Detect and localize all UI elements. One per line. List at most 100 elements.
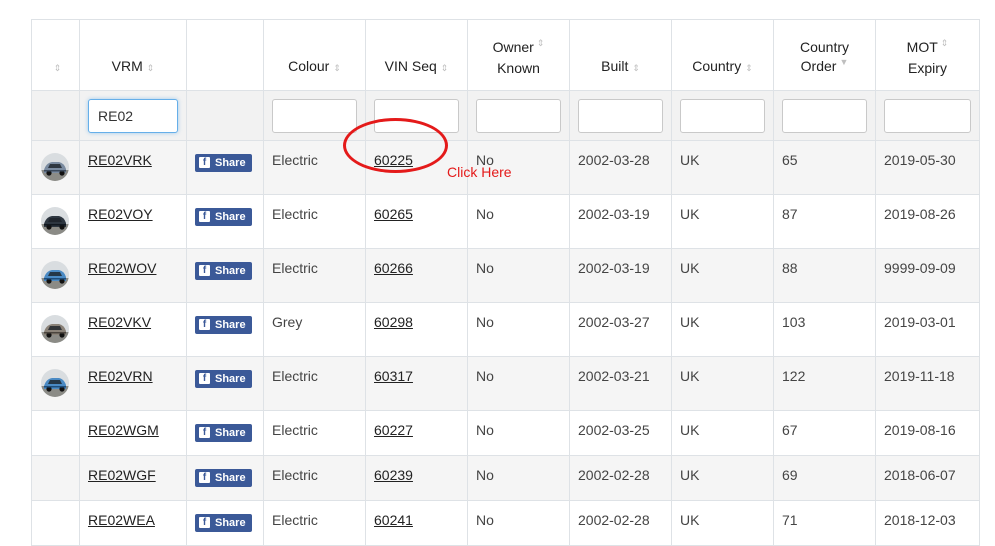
vrm-cell: RE02WGM — [79, 410, 187, 456]
built-cell: 2002-03-25 — [569, 410, 672, 456]
built-filter-input[interactable] — [578, 98, 663, 133]
car-thumbnail[interactable] — [41, 261, 69, 289]
photo-cell — [31, 356, 80, 411]
photo-cell — [31, 248, 80, 303]
col-header-owner-known[interactable]: Owner ⇕ Known — [467, 19, 570, 91]
vrm-link[interactable]: RE02VRK — [88, 152, 152, 168]
country-order-cell: 88 — [773, 248, 876, 303]
vin-seq-cell: 60266 — [365, 248, 468, 303]
photo-cell — [31, 410, 80, 456]
colour-cell: Electric — [263, 194, 366, 249]
vin-seq-link[interactable]: 60225 — [374, 152, 413, 168]
col-header-vin-seq[interactable]: VIN Seq ⇕ — [365, 19, 468, 91]
vrm-link[interactable]: RE02WGF — [88, 467, 156, 483]
photo-cell — [31, 194, 80, 249]
col-header-mot-expiry[interactable]: MOT ⇕ Expiry — [875, 19, 980, 91]
owner-known-filter-input[interactable] — [476, 98, 561, 133]
table-row: RE02WOV f Share Electric 60266 No 2002-0… — [31, 248, 980, 303]
vin-seq-link[interactable]: 60241 — [374, 512, 413, 528]
facebook-share-button[interactable]: f Share — [195, 261, 252, 280]
vin-seq-link[interactable]: 60227 — [374, 422, 413, 438]
vin-seq-link[interactable]: 60266 — [374, 260, 413, 276]
vin-seq-link[interactable]: 60317 — [374, 368, 413, 384]
sort-icon: ⇕ — [440, 63, 449, 73]
facebook-icon: f — [199, 427, 210, 438]
country-order-cell: 67 — [773, 410, 876, 456]
vrm-link[interactable]: RE02VOY — [88, 206, 153, 222]
sort-icon: ⇕ — [536, 38, 545, 48]
vrm-cell: RE02VKV — [79, 302, 187, 357]
table-row: RE02VOY f Share Electric 60265 No 2002-0… — [31, 194, 980, 249]
sort-icon: ⇕ — [53, 63, 62, 73]
built-cell: 2002-02-28 — [569, 500, 672, 546]
click-here-annotation: Click Here — [447, 164, 512, 180]
colour-cell: Electric — [263, 410, 366, 456]
share-label: Share — [215, 426, 246, 439]
country-order-cell: 103 — [773, 302, 876, 357]
built-cell: 2002-03-19 — [569, 248, 672, 303]
share-label: Share — [215, 372, 246, 385]
col-header-country[interactable]: Country ⇕ — [671, 19, 774, 91]
vrm-cell: RE02VRN — [79, 356, 187, 411]
facebook-icon: f — [199, 319, 210, 330]
col-header-photo[interactable]: ⇕ — [31, 19, 80, 91]
vrm-link[interactable]: RE02WOV — [88, 260, 156, 276]
owner-known-cell: No — [467, 410, 570, 456]
colour-cell: Electric — [263, 455, 366, 501]
vin-seq-cell: 60241 — [365, 500, 468, 546]
owner-known-cell: No — [467, 455, 570, 501]
col-header-vrm[interactable]: VRM ⇕ — [79, 19, 187, 91]
share-cell: f Share — [186, 410, 264, 456]
facebook-icon: f — [199, 472, 210, 483]
built-cell: 2002-03-28 — [569, 140, 672, 195]
car-thumbnail[interactable] — [41, 315, 69, 343]
owner-known-cell: No — [467, 248, 570, 303]
facebook-share-button[interactable]: f Share — [195, 315, 252, 334]
facebook-share-button[interactable]: f Share — [195, 153, 252, 172]
table-row: RE02VRN f Share Electric 60317 No 2002-0… — [31, 356, 980, 411]
country-cell: UK — [671, 194, 774, 249]
share-label: Share — [215, 318, 246, 331]
country-order-cell: 69 — [773, 455, 876, 501]
share-label: Share — [215, 516, 246, 529]
vin-seq-link[interactable]: 60265 — [374, 206, 413, 222]
col-header-country-order[interactable]: Country Order ▼ — [773, 19, 876, 91]
vrm-cell: RE02WGF — [79, 455, 187, 501]
sort-icon: ⇕ — [745, 63, 753, 73]
filter-cell-share — [186, 90, 264, 141]
car-thumbnail[interactable] — [41, 153, 69, 181]
car-thumbnail[interactable] — [41, 369, 69, 397]
vrm-link[interactable]: RE02WGM — [88, 422, 159, 438]
photo-cell — [31, 455, 80, 501]
col-header-built[interactable]: Built ⇕ — [569, 19, 672, 91]
colour-filter-input[interactable] — [272, 98, 357, 133]
sort-icon: ⇕ — [333, 63, 341, 73]
photo-cell — [31, 302, 80, 357]
facebook-share-button[interactable]: f Share — [195, 468, 252, 487]
vrm-filter-input[interactable] — [88, 98, 178, 133]
built-cell: 2002-03-19 — [569, 194, 672, 249]
col-header-colour[interactable]: Colour ⇕ — [263, 19, 366, 91]
facebook-share-button[interactable]: f Share — [195, 369, 252, 388]
vin-seq-filter-input[interactable] — [374, 98, 459, 133]
vrm-link[interactable]: RE02VRN — [88, 368, 153, 384]
country-filter-input[interactable] — [680, 98, 765, 133]
car-thumbnail[interactable] — [41, 207, 69, 235]
facebook-share-button[interactable]: f Share — [195, 423, 252, 442]
filter-cell-vrm — [79, 90, 187, 141]
colour-cell: Grey — [263, 302, 366, 357]
vin-seq-link[interactable]: 60239 — [374, 467, 413, 483]
vin-seq-cell: 60227 — [365, 410, 468, 456]
colour-cell: Electric — [263, 356, 366, 411]
share-cell: f Share — [186, 194, 264, 249]
filter-row — [31, 90, 980, 141]
vin-seq-link[interactable]: 60298 — [374, 314, 413, 330]
mot-expiry-filter-input[interactable] — [884, 98, 971, 133]
mot-expiry-cell: 2019-03-01 — [875, 302, 980, 357]
facebook-share-button[interactable]: f Share — [195, 207, 252, 226]
share-label: Share — [215, 471, 246, 484]
facebook-share-button[interactable]: f Share — [195, 513, 252, 532]
vrm-link[interactable]: RE02WEA — [88, 512, 155, 528]
country-order-filter-input[interactable] — [782, 98, 867, 133]
vrm-link[interactable]: RE02VKV — [88, 314, 151, 330]
